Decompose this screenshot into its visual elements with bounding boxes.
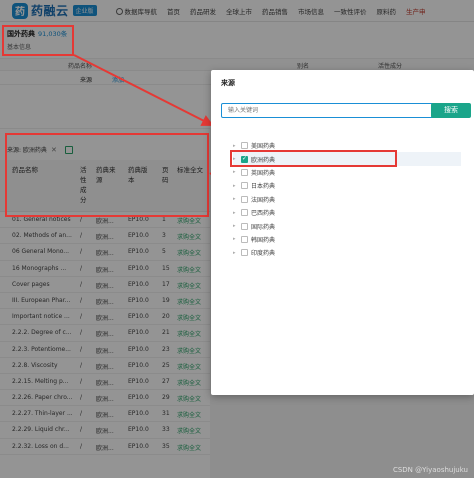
checkbox[interactable] bbox=[241, 142, 248, 150]
tree-item-label: 印度药典 bbox=[251, 250, 276, 258]
tree-item-label: 法国药典 bbox=[251, 196, 276, 204]
source-tree: ▸ 美国药典 ▸ 欧洲药典 ▸ 英国药典 ▸ 日本药典 ▸ 法国药典 ▸ 巴西药典 ▸ 国际药典 ▸ 韩国药典… bbox=[233, 139, 461, 260]
tree-item-label: 日本药典 bbox=[251, 183, 276, 191]
expand-arrow-icon[interactable]: ▸ bbox=[233, 143, 241, 149]
expand-arrow-icon[interactable]: ▸ bbox=[233, 169, 241, 175]
tree-item[interactable]: ▸ 法国药典 bbox=[233, 193, 461, 206]
checkbox[interactable] bbox=[241, 209, 248, 217]
tree-item-label: 美国药典 bbox=[251, 143, 276, 151]
checkbox[interactable] bbox=[241, 182, 248, 190]
dialog-title: 来源 bbox=[221, 79, 235, 87]
tree-item[interactable]: ▸ 印度药典 bbox=[233, 246, 461, 259]
tree-item-label: 国际药典 bbox=[251, 223, 276, 231]
search-field[interactable] bbox=[221, 103, 435, 118]
expand-arrow-icon[interactable]: ▸ bbox=[233, 156, 241, 162]
expand-arrow-icon[interactable]: ▸ bbox=[233, 196, 241, 202]
expand-arrow-icon[interactable]: ▸ bbox=[233, 210, 241, 216]
tree-item[interactable]: ▸ 日本药典 bbox=[233, 179, 461, 192]
checkbox[interactable] bbox=[241, 155, 248, 163]
tree-item-label: 韩国药典 bbox=[251, 236, 276, 244]
watermark: CSDN @Yiyaoshujuku bbox=[392, 466, 468, 474]
tree-item[interactable]: ▸ 美国药典 bbox=[233, 139, 461, 152]
tree-item-label: 英国药典 bbox=[251, 169, 276, 177]
tree-item-label: 欧洲药典 bbox=[251, 156, 276, 164]
checkbox[interactable] bbox=[241, 195, 248, 203]
expand-arrow-icon[interactable]: ▸ bbox=[233, 223, 241, 229]
source-filter-dialog: 来源 搜索 ▸ 美国药典 ▸ 欧洲药典 ▸ 英国药典 ▸ 日本药典 ▸ 法国药典 ▸ 巴西药典 ▸ 国际药… bbox=[211, 70, 474, 395]
tree-item[interactable]: ▸ 国际药典 bbox=[233, 219, 461, 232]
checkbox[interactable] bbox=[241, 235, 248, 243]
search-button[interactable]: 搜索 bbox=[431, 103, 471, 118]
expand-arrow-icon[interactable]: ▸ bbox=[233, 236, 241, 242]
tree-item[interactable]: ▸ 韩国药典 bbox=[233, 233, 461, 246]
checkbox[interactable] bbox=[241, 249, 248, 257]
search-input[interactable] bbox=[222, 104, 434, 117]
expand-arrow-icon[interactable]: ▸ bbox=[233, 250, 241, 256]
tree-item[interactable]: ▸ 巴西药典 bbox=[233, 206, 461, 219]
checkbox[interactable] bbox=[241, 168, 248, 176]
checkbox[interactable] bbox=[241, 222, 248, 230]
tree-item-label: 巴西药典 bbox=[251, 210, 276, 218]
tree-item[interactable]: ▸ 欧洲药典 bbox=[233, 152, 461, 166]
tree-item[interactable]: ▸ 英国药典 bbox=[233, 166, 461, 179]
expand-arrow-icon[interactable]: ▸ bbox=[233, 183, 241, 189]
